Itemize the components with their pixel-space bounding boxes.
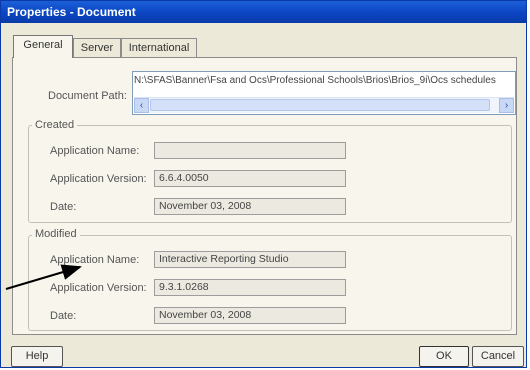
- annotation-arrow-icon: [5, 264, 82, 290]
- tab-general[interactable]: General: [13, 35, 73, 58]
